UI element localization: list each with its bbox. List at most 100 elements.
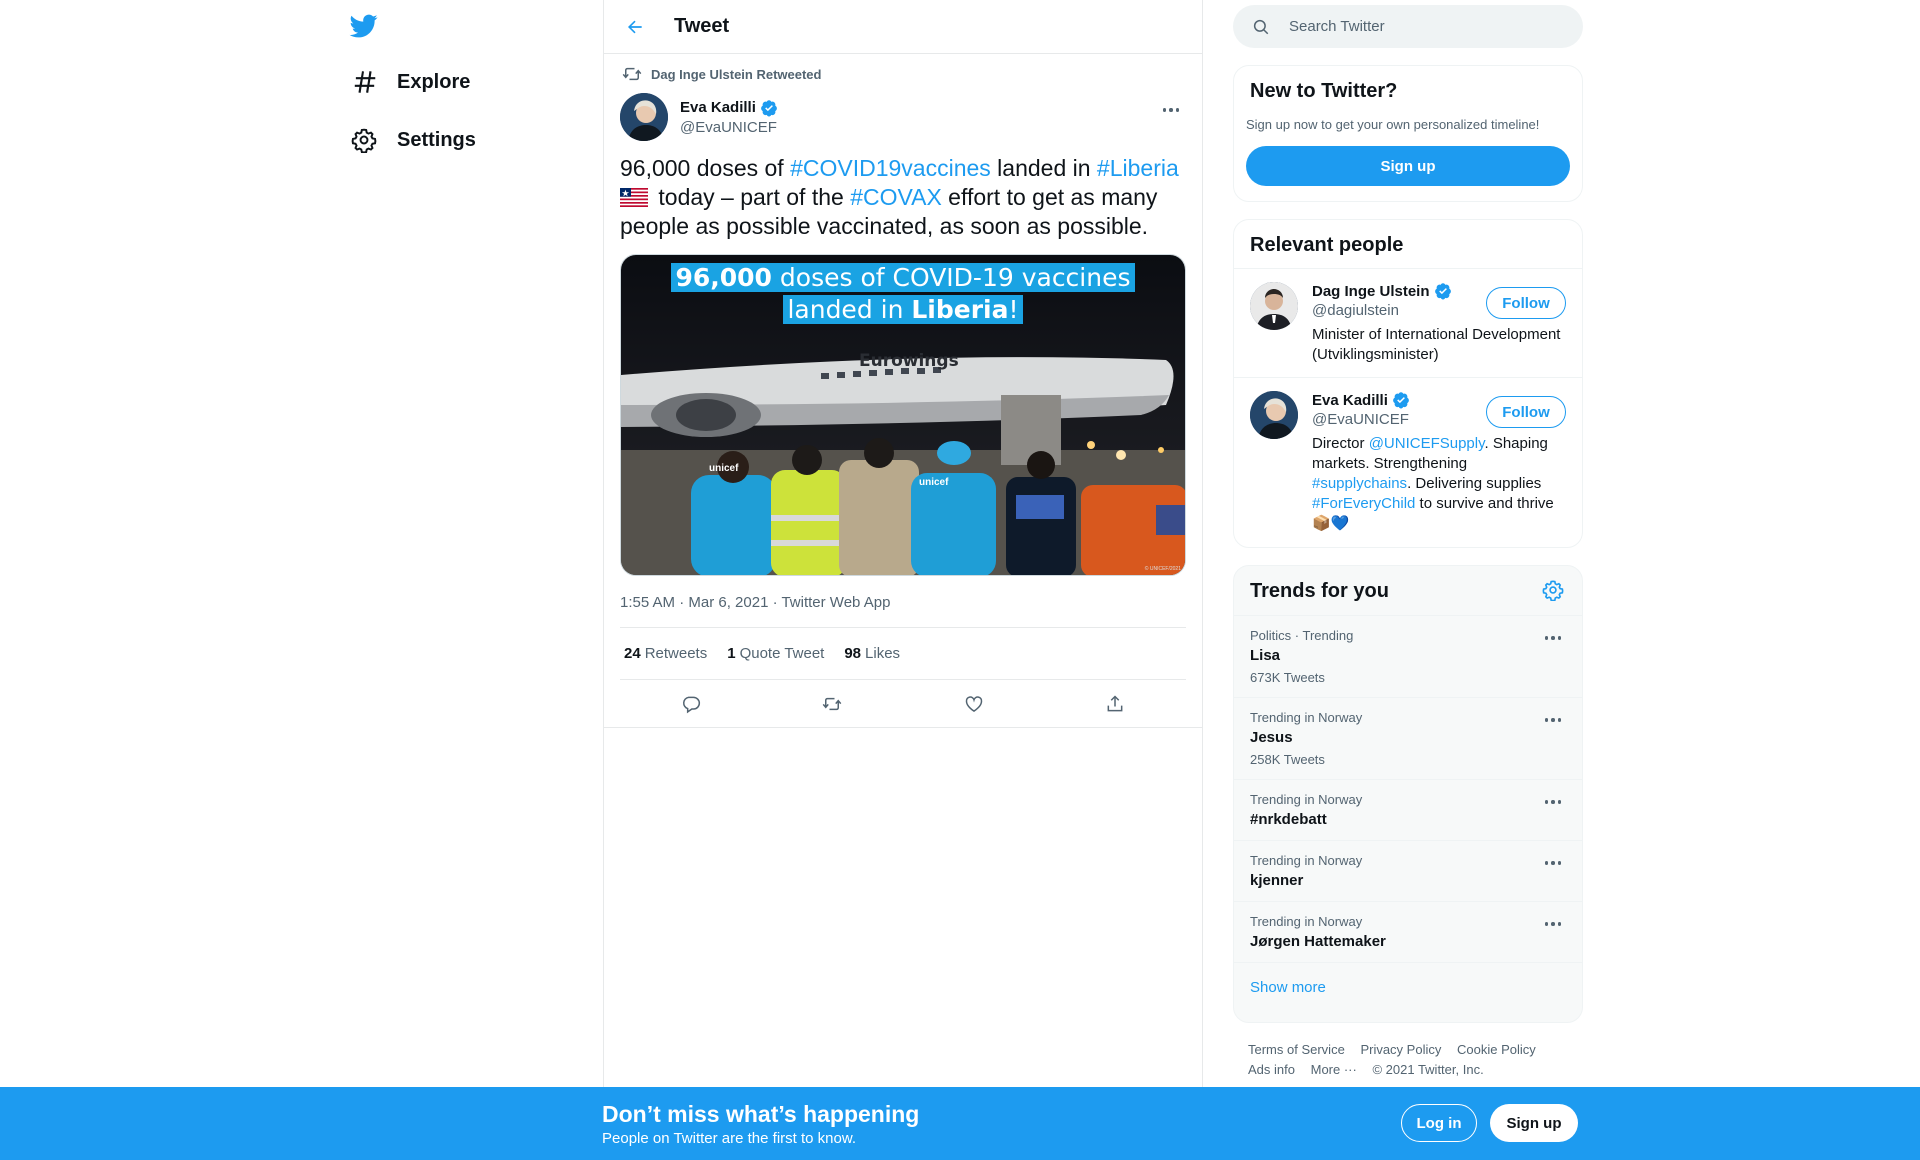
bio-text: . Delivering supplies (1407, 475, 1542, 492)
search-bar (1233, 5, 1583, 48)
new-to-twitter-title: New to Twitter? (1250, 80, 1398, 102)
ads-info-link[interactable]: Ads info (1248, 1062, 1295, 1077)
hashtag-link[interactable]: #Liberia (1097, 155, 1179, 181)
tweet-timestamp[interactable]: 1:55 AM · Mar 6, 2021 · Twitter Web App (620, 594, 1186, 628)
trend-context: Trending in Norway (1250, 792, 1363, 807)
author-handle[interactable]: @EvaUNICEF (680, 119, 778, 136)
retweets-count: 24 (624, 645, 641, 662)
trend-name: Lisa (1250, 647, 1281, 664)
person-item[interactable]: Dag Inge Ulstein @dagiulstein Minister o… (1234, 269, 1582, 378)
page-header: Tweet (604, 0, 1202, 54)
author-name-text: Eva Kadilli (680, 99, 756, 116)
banner-sign-up-button[interactable]: Sign up (1490, 1104, 1578, 1142)
hashtag-link[interactable]: #COVID19vaccines (790, 155, 991, 181)
plane-livery-text: Eurowings (859, 351, 959, 371)
search-input[interactable] (1289, 18, 1549, 35)
relevant-people-title: Relevant people (1250, 234, 1404, 256)
vest-text: unicef (709, 463, 739, 474)
more-options-icon[interactable] (1538, 853, 1568, 873)
trend-name: kjenner (1250, 872, 1304, 889)
trend-item[interactable]: Politics · Trending Lisa 673K Tweets (1234, 616, 1582, 698)
author-name[interactable]: Eva Kadilli (680, 99, 778, 117)
trend-item[interactable]: Trending in Norway kjenner (1234, 841, 1582, 902)
tweet: Dag Inge Ulstein Retweeted Eva Kadilli @… (604, 54, 1202, 728)
gear-icon[interactable] (1542, 579, 1566, 603)
likes-label: Likes (865, 645, 901, 662)
trend-item[interactable]: Trending in Norway #nrkdebatt (1234, 780, 1582, 841)
bio-text: to survive and thrive (1415, 495, 1554, 512)
more-options-icon[interactable] (1538, 914, 1568, 934)
twitter-bird-icon[interactable] (349, 12, 379, 40)
more-options-icon[interactable] (1538, 792, 1568, 812)
hashtag-link[interactable]: #supplychains (1312, 475, 1407, 492)
heart-icon[interactable] (957, 687, 991, 721)
sign-up-button[interactable]: Sign up (1246, 146, 1570, 186)
signup-banner: Don’t miss what’s happening People on Tw… (0, 1087, 1920, 1160)
arrow-left-icon[interactable] (620, 12, 650, 42)
nav-item-explore[interactable]: Explore (345, 62, 470, 102)
tweet-text-part: landed in (990, 155, 1097, 181)
privacy-link[interactable]: Privacy Policy (1360, 1042, 1441, 1057)
trends-title: Trends for you (1250, 580, 1389, 602)
nav-item-settings[interactable]: Settings (345, 120, 476, 160)
hashtag-link[interactable]: #COVAX (850, 184, 942, 210)
trend-context: Politics · Trending (1250, 628, 1354, 643)
terms-link[interactable]: Terms of Service (1248, 1042, 1345, 1057)
caption-text: ! (1008, 295, 1019, 324)
trend-count: 673K Tweets (1250, 670, 1325, 685)
person-name: Dag Inge Ulstein (1312, 282, 1430, 300)
new-to-twitter-subtitle: Sign up now to get your own personalized… (1246, 117, 1540, 132)
person-item[interactable]: Eva Kadilli @EvaUNICEF Director @UNICEFS… (1234, 378, 1582, 546)
tweet-text-part: 96,000 doses of (620, 155, 791, 181)
tweet-text: 96,000 doses of #COVID19vaccines landed … (620, 154, 1186, 241)
tweet-text-part: today – part of the (652, 184, 851, 210)
quote-tweets-label: Quote Tweet (739, 645, 825, 662)
trend-name: Jørgen Hattemaker (1250, 933, 1386, 950)
retweeted-by-text[interactable]: Dag Inge Ulstein Retweeted (651, 67, 821, 82)
copyright-text: © 2021 Twitter, Inc. (1372, 1062, 1484, 1077)
more-link[interactable]: More ··· (1311, 1062, 1357, 1077)
likes-count: 98 (844, 645, 862, 662)
verified-badge-icon (760, 99, 778, 117)
caption-text: landed in (787, 295, 912, 324)
tweet-media-image[interactable]: 96,000 doses of COVID-19 vaccines landed… (620, 254, 1186, 576)
verified-badge-icon (1434, 282, 1452, 300)
quote-tweets-stat[interactable]: 1 Quote Tweet (727, 645, 824, 662)
avatar[interactable] (620, 93, 668, 141)
trend-context: Trending in Norway (1250, 853, 1363, 868)
share-icon[interactable] (1098, 687, 1132, 721)
hashtag-link[interactable]: #ForEveryChild (1312, 495, 1415, 512)
footer-links: Terms of Service Privacy Policy Cookie P… (1248, 1040, 1578, 1080)
avatar[interactable] (1250, 282, 1298, 330)
log-in-button[interactable]: Log in (1401, 1104, 1477, 1142)
verified-badge-icon (1392, 391, 1410, 409)
more-options-icon[interactable] (1538, 710, 1568, 730)
page-title: Tweet (674, 15, 730, 37)
retweet-icon[interactable] (815, 687, 849, 721)
trend-name: Jesus (1250, 729, 1293, 746)
more-options-icon[interactable] (1538, 628, 1568, 648)
reply-icon[interactable] (674, 687, 708, 721)
search-icon (1233, 18, 1289, 36)
bio-text: Director (1312, 435, 1369, 452)
retweet-icon (620, 64, 644, 84)
more-options-icon[interactable] (1156, 100, 1186, 120)
banner-title: Don’t miss what’s happening (602, 1101, 920, 1127)
hashtag-icon (345, 67, 383, 97)
trend-item[interactable]: Trending in Norway Jørgen Hattemaker (1234, 902, 1582, 963)
retweets-stat[interactable]: 24 Retweets (624, 645, 707, 662)
likes-stat[interactable]: 98 Likes (844, 645, 900, 662)
follow-button[interactable]: Follow (1486, 396, 1566, 428)
liberia-flag-icon (620, 185, 648, 207)
person-name: Eva Kadilli (1312, 391, 1388, 409)
package-heart-emoji: 📦💙 (1312, 515, 1350, 532)
cookie-link[interactable]: Cookie Policy (1457, 1042, 1536, 1057)
follow-button[interactable]: Follow (1486, 287, 1566, 319)
avatar[interactable] (1250, 391, 1298, 439)
retweet-context: Dag Inge Ulstein Retweeted (620, 54, 1186, 90)
mention-link[interactable]: @UNICEFSupply (1369, 435, 1485, 452)
show-more-link[interactable]: Show more (1234, 963, 1582, 1012)
photo-credit: © UNICEF/2021 (1144, 566, 1181, 572)
trend-item[interactable]: Trending in Norway Jesus 258K Tweets (1234, 698, 1582, 780)
main-column: Tweet Dag Inge Ulstein Retweeted Eva Kad… (603, 0, 1203, 1160)
